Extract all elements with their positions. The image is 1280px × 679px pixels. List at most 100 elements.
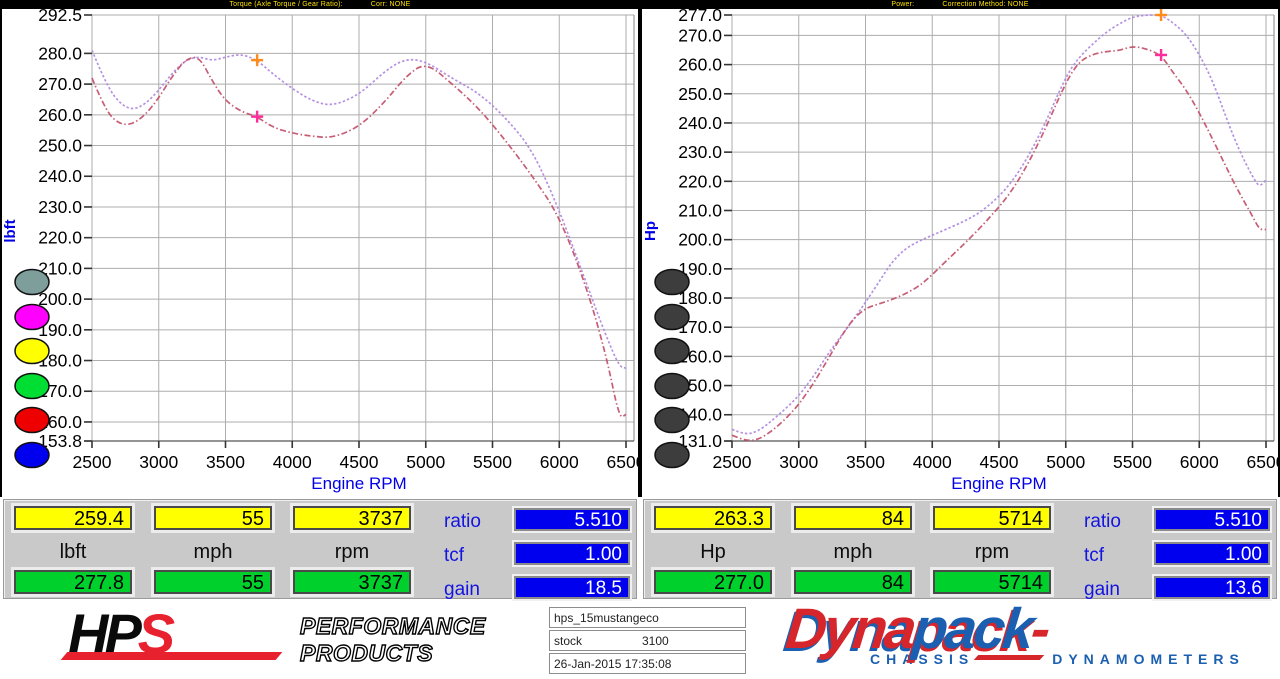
dynapack-logo: Dynapack- CHASSIS DYNAMOMETERS <box>786 601 1245 667</box>
run-config-row: stock 3100 <box>549 630 746 651</box>
run-timestamp: 26-Jan-2015 17:35:08 <box>549 653 746 674</box>
y-tick-label: 200.0 <box>38 289 82 309</box>
y-tick-label: 220.0 <box>678 171 722 191</box>
run-config-value: 3100 <box>642 632 669 651</box>
speed-peak-value: 55 <box>154 570 272 594</box>
rpm-cursor-value: 5714 <box>933 506 1051 530</box>
ratio-value-box: 5.510 <box>514 508 630 531</box>
lbft-plot: 292.5 280.0 270.0 260.0 250.0 240.0 230.0 220.0… <box>2 9 638 497</box>
readout-row: 259.4 55 3737 lbft mph rpm 277.8 55 3737… <box>0 497 1280 601</box>
y-tick-label: 260.0 <box>38 105 82 125</box>
torque-readout-panel: 259.4 55 3737 lbft mph rpm 277.8 55 3737… <box>3 499 637 599</box>
unit-label-mph: mph <box>794 541 912 564</box>
unit-label-mph: mph <box>154 541 272 564</box>
power-peak-value: 277.0 <box>654 570 772 594</box>
y-tick-label: 220.0 <box>38 228 82 248</box>
unit-label-lbft: lbft <box>14 541 132 564</box>
y-tick-label: 210.0 <box>678 200 722 220</box>
x-tick-label: 4500 <box>980 452 1019 472</box>
gain-label: gain <box>444 579 480 601</box>
x-tick-label: 4500 <box>340 452 379 472</box>
run-config-label: stock <box>554 634 582 648</box>
hps-logo: HPS <box>68 607 171 661</box>
rpm-cursor-value: 3737 <box>293 506 411 530</box>
x-tick-label: 3500 <box>206 452 245 472</box>
legend-color-dot[interactable] <box>655 305 689 330</box>
tcf-label: tcf <box>444 545 464 567</box>
hps-tagline-line1: PERFORMANCE <box>300 613 486 640</box>
legend-color-dot[interactable] <box>15 374 49 399</box>
footer: HPS PERFORMANCE PRODUCTS hps_15mustangec… <box>0 601 1280 679</box>
tcf-value-box: 1.00 <box>514 542 630 565</box>
power-chart-panel: Power:Correction Method: NONE 277.0270.0… <box>642 0 1278 497</box>
x-tick-label: 5000 <box>1046 452 1085 472</box>
torque-corr-label: Corr: NONE <box>371 1 411 8</box>
power-readout-panel: 263.3 84 5714 Hp mph rpm 277.0 84 5714 r… <box>643 499 1277 599</box>
power-title-bar: Power:Correction Method: NONE <box>642 0 1278 9</box>
x-axis-title: Engine RPM <box>311 474 406 493</box>
y-tick-label: 270.0 <box>38 74 82 94</box>
gain-value-box: 18.5 <box>514 576 630 599</box>
run-name: hps_15mustangeco <box>549 607 746 628</box>
ratio-label: ratio <box>1084 511 1121 533</box>
tcf-value-box: 1.00 <box>1154 542 1270 565</box>
power-cursor-value: 263.3 <box>654 506 772 530</box>
ratio-value-box: 5.510 <box>1154 508 1270 531</box>
y-tick-label: 280.0 <box>38 43 82 63</box>
charts-row: Torque (Axle Torque / Gear Ratio): Corr: … <box>0 0 1280 497</box>
legend-color-dot[interactable] <box>655 270 689 295</box>
legend-color-dot[interactable] <box>655 408 689 433</box>
speed-cursor-value: 84 <box>794 506 912 530</box>
x-tick-label: 6500 <box>607 452 638 472</box>
gain-label: gain <box>1084 579 1120 601</box>
dynapack-wordmark: Dynapack- <box>783 601 1248 657</box>
x-tick-label: 6000 <box>1180 452 1219 472</box>
torque-title-bar: Torque (Axle Torque / Gear Ratio): Corr: … <box>2 0 638 9</box>
x-tick-label: 3500 <box>846 452 885 472</box>
speed-cursor-value: 55 <box>154 506 272 530</box>
y-tick-label: 270.0 <box>678 25 722 45</box>
x-axis-title: Engine RPM <box>951 474 1046 493</box>
y-tick-label: 230.0 <box>38 197 82 217</box>
unit-label-rpm: rpm <box>933 541 1051 564</box>
legend-color-dot[interactable] <box>15 270 49 295</box>
legend-color-dot[interactable] <box>655 339 689 364</box>
legend-color-dot[interactable] <box>15 305 49 330</box>
power-title: Power: <box>891 1 914 8</box>
y-tick-label: 240.0 <box>678 113 722 133</box>
x-tick-label: 5000 <box>406 452 445 472</box>
dynapack-swoosh-shape <box>974 655 1045 660</box>
torque-title: Torque (Axle Torque / Gear Ratio): <box>229 1 342 8</box>
x-tick-label: 5500 <box>1113 452 1152 472</box>
torque-chart-panel: Torque (Axle Torque / Gear Ratio): Corr: … <box>2 0 638 497</box>
legend-color-dot[interactable] <box>655 443 689 468</box>
power-chart: 277.0270.0260.0250.0240.0230.0220.0210.0… <box>642 9 1278 497</box>
x-tick-label: 2500 <box>73 452 112 472</box>
legend-color-dot[interactable] <box>15 339 49 364</box>
ratio-label: ratio <box>444 511 481 533</box>
legend-color-dot[interactable] <box>655 374 689 399</box>
tcf-label: tcf <box>1084 545 1104 567</box>
legend-color-dot[interactable] <box>15 408 49 433</box>
x-tick-label: 2500 <box>713 452 752 472</box>
hps-tagline-line2: PRODUCTS <box>300 640 486 667</box>
hps-tagline: PERFORMANCE PRODUCTS <box>300 613 486 667</box>
y-tick-label: 250.0 <box>678 84 722 104</box>
legend-color-dot[interactable] <box>15 443 49 468</box>
y-tick-label: 230.0 <box>678 142 722 162</box>
Hp-plot: 277.0270.0260.0250.0240.0230.0220.0210.0… <box>642 9 1278 497</box>
y-axis-title: lbft <box>2 219 19 242</box>
hps-swoosh-shape <box>61 652 283 660</box>
gain-value-box: 13.6 <box>1154 576 1270 599</box>
run-info-box: hps_15mustangeco stock 3100 26-Jan-2015 … <box>549 607 746 676</box>
torque-cursor-value: 259.4 <box>14 506 132 530</box>
y-tick-label: 250.0 <box>38 136 82 156</box>
x-tick-label: 6000 <box>540 452 579 472</box>
rpm-peak-value: 5714 <box>933 570 1051 594</box>
y-tick-label: 240.0 <box>38 166 82 186</box>
y-tick-label: 292.5 <box>38 9 82 25</box>
x-tick-label: 3000 <box>779 452 818 472</box>
torque-peak-value: 277.8 <box>14 570 132 594</box>
torque-chart: 292.5 280.0 270.0 260.0 250.0 240.0 230.0 220.0… <box>2 9 638 497</box>
unit-label-hp: Hp <box>654 541 772 564</box>
